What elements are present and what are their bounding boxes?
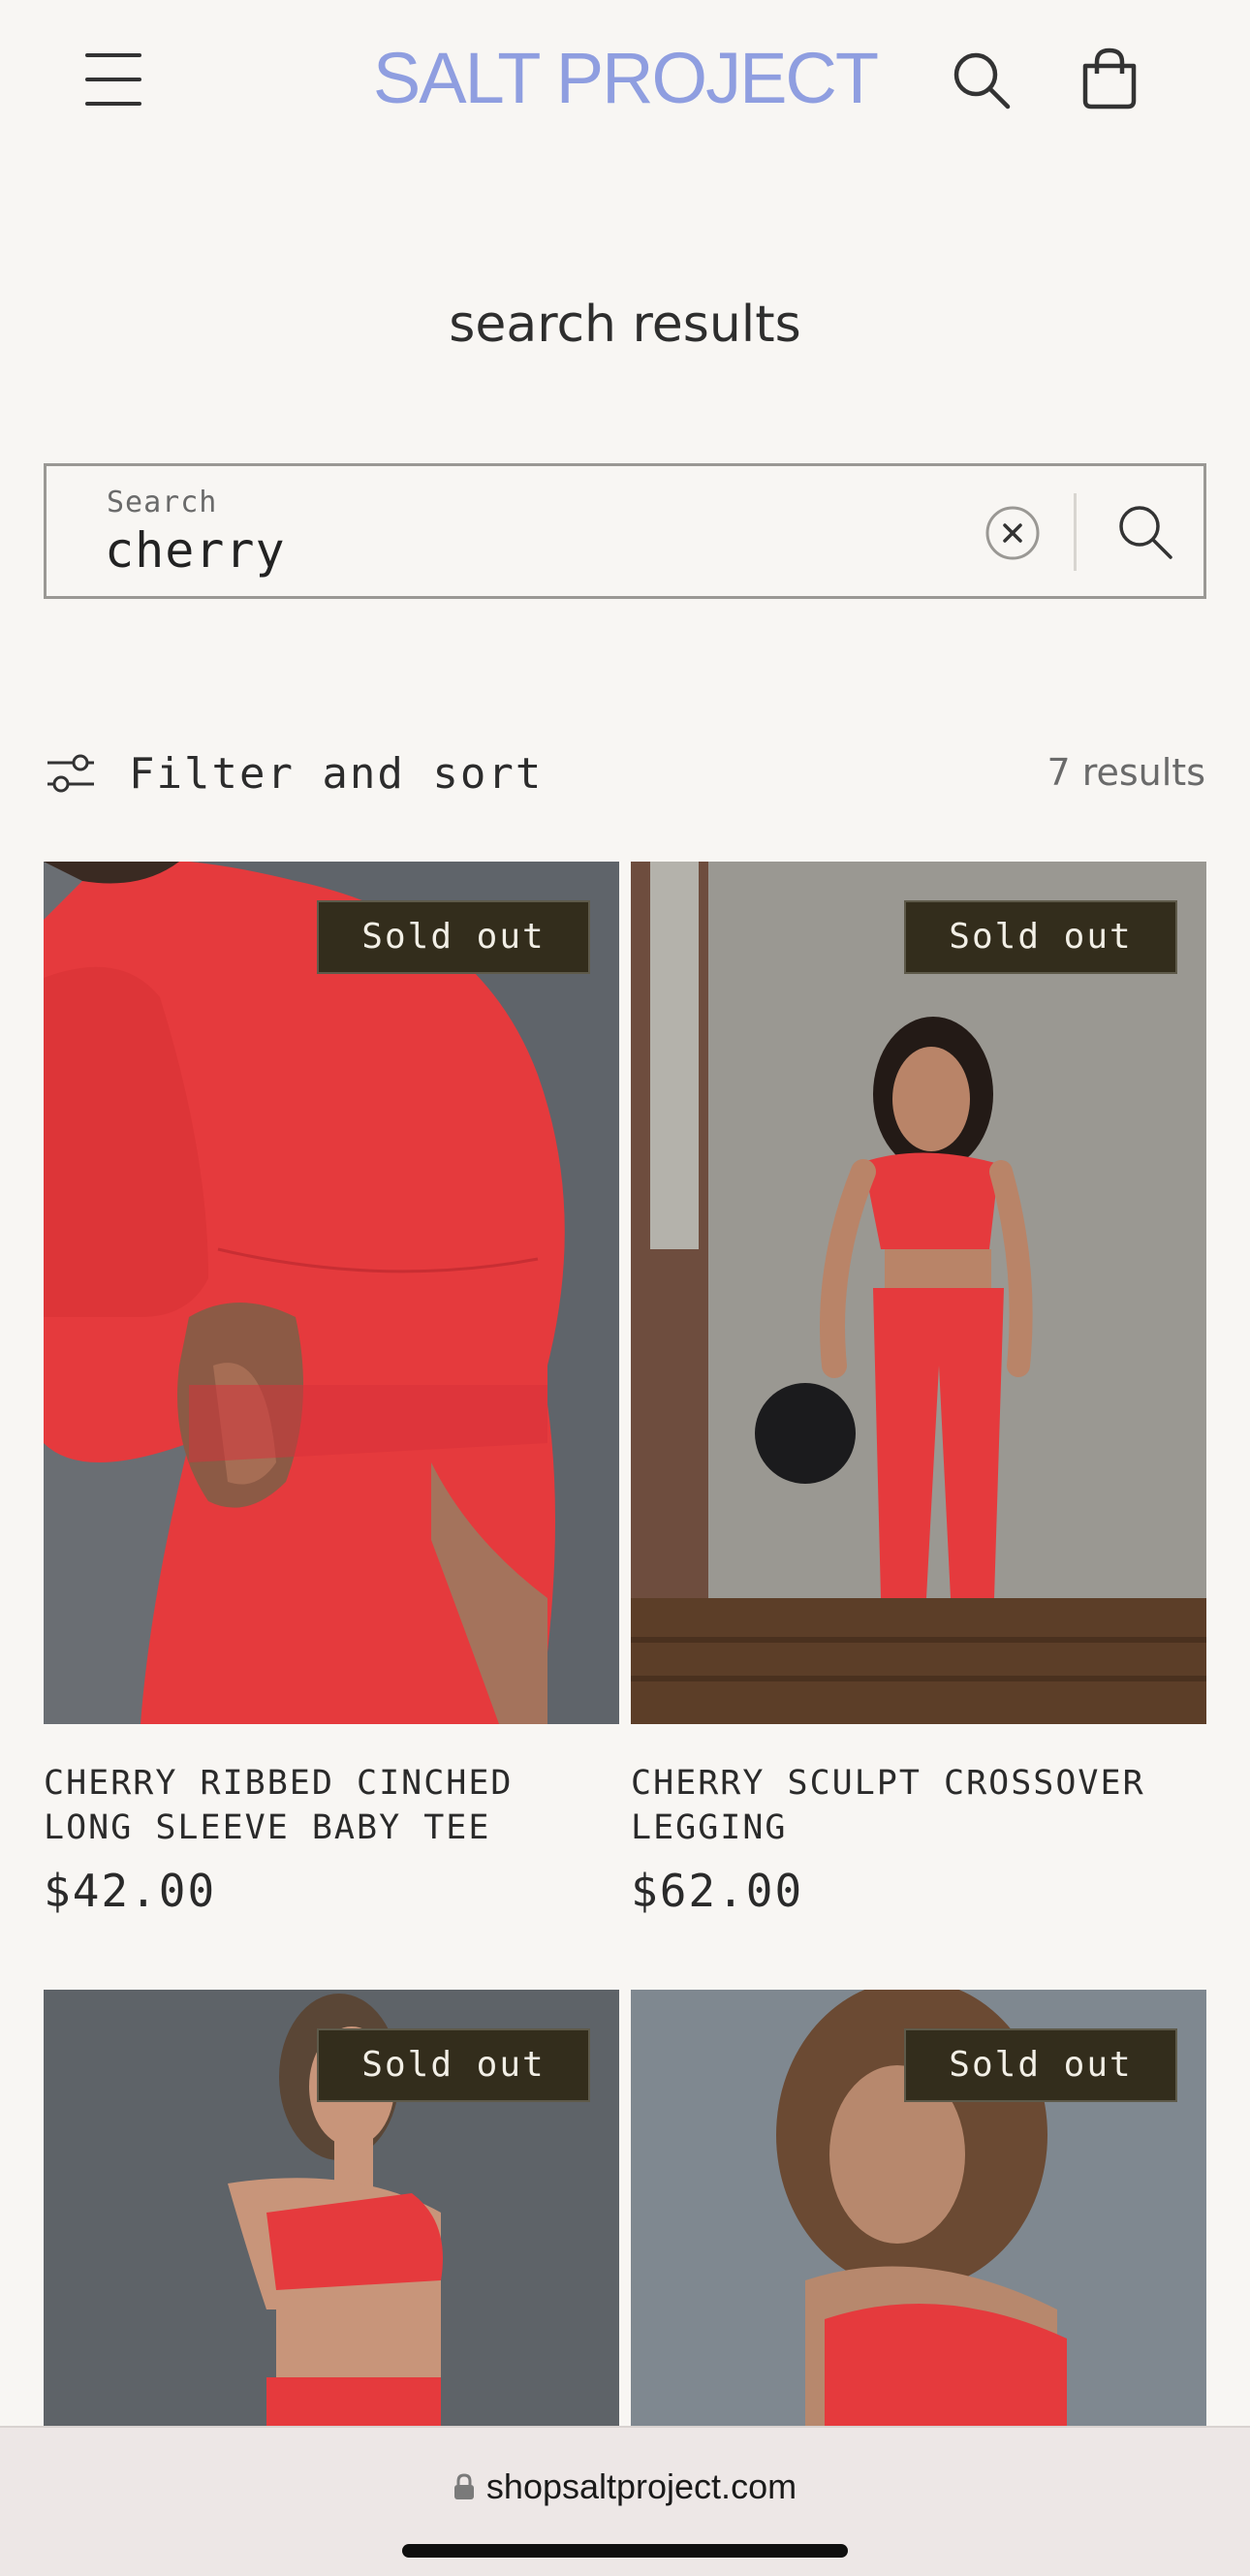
url-text: shopsaltproject.com: [485, 2466, 797, 2506]
product-name[interactable]: CHERRY SCULPT CROSSOVER LEGGING: [631, 1761, 1206, 1850]
sold-out-badge: Sold out: [904, 900, 1177, 974]
page-title: search results: [449, 296, 801, 354]
shopping-bag-icon[interactable]: [1078, 45, 1141, 112]
product-image[interactable]: Sold out: [631, 862, 1206, 1724]
product-image[interactable]: Sold out: [44, 862, 619, 1724]
product-image[interactable]: Sold out: [631, 1990, 1206, 2426]
home-indicator[interactable]: [402, 2544, 848, 2558]
search-field-label: Search: [107, 486, 218, 519]
result-count: 7 results: [1047, 751, 1205, 794]
search-results-page: SALT PROJECT search results Search cherr…: [0, 0, 1250, 2576]
search-icon[interactable]: [950, 48, 1014, 112]
site-header: SALT PROJECT: [0, 0, 1250, 165]
search-submit-icon[interactable]: [1114, 501, 1176, 563]
product-card[interactable]: Sold out: [631, 1990, 1206, 2426]
search-input[interactable]: cherry: [105, 522, 286, 579]
sold-out-badge: Sold out: [904, 2028, 1177, 2102]
product-card[interactable]: Sold out CHERRY SCULPT CROSSOVER LEGGING…: [631, 862, 1206, 1947]
clear-search-icon[interactable]: [984, 505, 1041, 561]
product-price: $42.00: [44, 1865, 217, 1917]
sold-out-badge: Sold out: [317, 2028, 590, 2102]
browser-url-bar[interactable]: shopsaltproject.com: [0, 2426, 1250, 2576]
product-name[interactable]: CHERRY RIBBED CINCHED LONG SLEEVE BABY T…: [44, 1761, 619, 1850]
sliders-icon: [47, 754, 94, 793]
site-logo[interactable]: SALT PROJECT: [368, 35, 882, 122]
sold-out-badge: Sold out: [317, 900, 590, 974]
filter-and-sort-button[interactable]: Filter and sort: [44, 744, 543, 802]
search-divider: [1074, 493, 1077, 571]
product-image[interactable]: Sold out: [44, 1990, 619, 2426]
product-card[interactable]: Sold out CHERRY RIBBED CINCHED LONG SLEE…: [44, 862, 619, 1947]
url-display[interactable]: shopsaltproject.com: [0, 2466, 1250, 2507]
search-field[interactable]: Search cherry: [44, 463, 1206, 599]
product-card[interactable]: Sold out: [44, 1990, 619, 2426]
hamburger-menu-icon[interactable]: [85, 53, 143, 106]
filter-label: Filter and sort: [129, 748, 544, 799]
product-price: $62.00: [631, 1865, 804, 1917]
lock-icon: [453, 2473, 474, 2499]
